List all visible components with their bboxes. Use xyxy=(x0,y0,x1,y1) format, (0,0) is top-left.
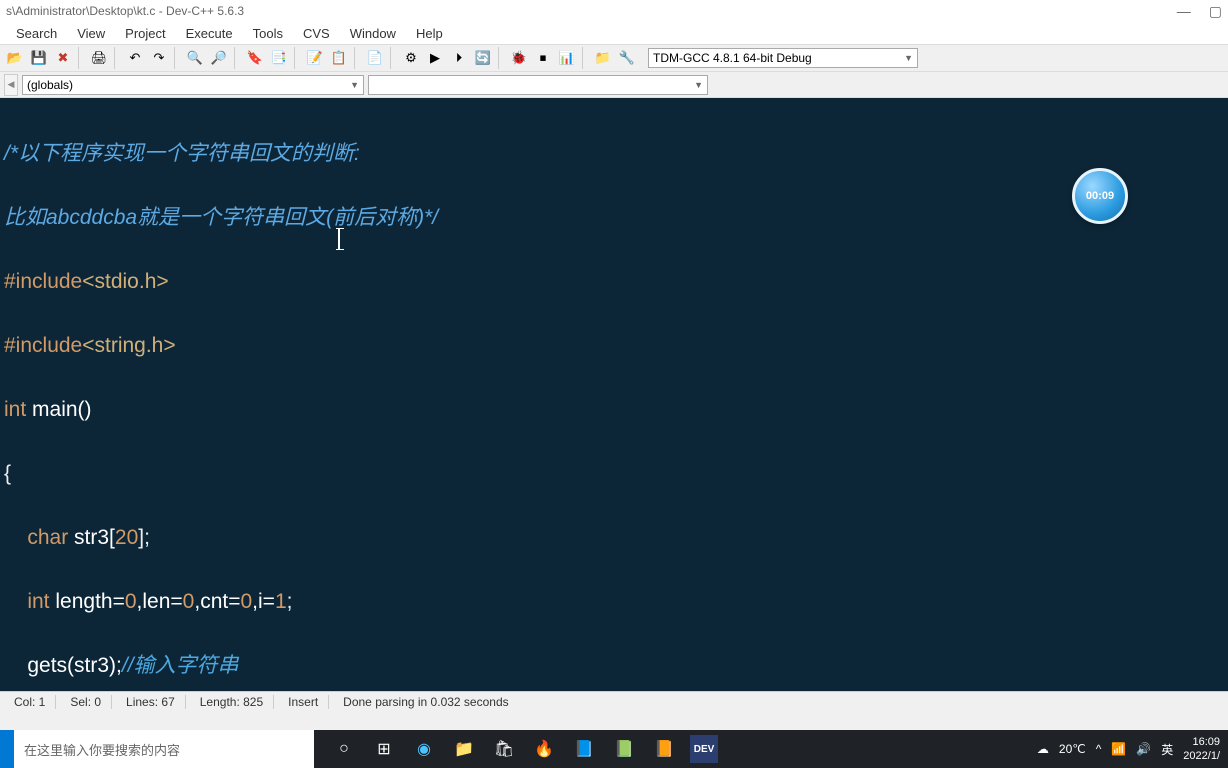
system-tray: ☁ 20℃ ^ 📶 🔊 英 16:09 2022/1/ xyxy=(1037,735,1228,763)
weather-icon[interactable]: ☁ xyxy=(1037,742,1049,756)
tool-button[interactable]: 📄 xyxy=(364,47,386,69)
app3-icon[interactable]: 📙 xyxy=(650,735,678,763)
menu-bar: Search View Project Execute Tools CVS Wi… xyxy=(0,22,1228,44)
devcpp-icon[interactable]: DEV xyxy=(690,735,718,763)
code-editor[interactable]: /*以下程序实现一个字符串回文的判断: 比如abcddcba就是一个字符串回文(… xyxy=(0,98,1228,691)
bookmark-button[interactable]: 🔖 xyxy=(244,47,266,69)
menu-project[interactable]: Project xyxy=(117,24,173,43)
ime-lang[interactable]: 英 xyxy=(1161,741,1173,758)
status-msg: Done parsing in 0.032 seconds xyxy=(333,695,1224,709)
insert-button[interactable]: 📝 xyxy=(304,47,326,69)
status-sel: Sel: 0 xyxy=(60,695,112,709)
status-bar: Col: 1 Sel: 0 Lines: 67 Length: 825 Inse… xyxy=(0,691,1228,711)
maximize-icon[interactable]: ▢ xyxy=(1209,3,1222,20)
cortana-icon[interactable]: ○ xyxy=(330,735,358,763)
options-button[interactable]: 🔧 xyxy=(616,47,638,69)
status-lines: Lines: 67 xyxy=(116,695,186,709)
start-button[interactable] xyxy=(0,730,14,768)
globals-label: (globals) xyxy=(27,78,73,92)
app-icon[interactable]: 🔥 xyxy=(530,735,558,763)
title-bar: s\Administrator\Desktop\kt.c - Dev-C++ 5… xyxy=(0,0,1228,22)
app2-icon[interactable]: 📗 xyxy=(610,735,638,763)
compile-run-button[interactable]: ⏵ xyxy=(448,47,470,69)
compiler-label: TDM-GCC 4.8.1 64-bit Debug xyxy=(653,51,812,65)
word-icon[interactable]: 📘 xyxy=(570,735,598,763)
recording-timer: 00:09 xyxy=(1072,168,1128,224)
goto-button[interactable]: 📑 xyxy=(268,47,290,69)
chevron-down-icon: ▼ xyxy=(350,80,359,90)
chevron-down-icon: ▼ xyxy=(904,53,913,63)
nav-dropdowns: ◀ (globals) ▼ ▼ xyxy=(0,72,1228,98)
status-length: Length: 825 xyxy=(190,695,274,709)
print-button[interactable]: 🖨 xyxy=(88,47,110,69)
tray-chevron-icon[interactable]: ^ xyxy=(1096,742,1102,756)
compile-button[interactable]: ⚙ xyxy=(400,47,422,69)
weather-text[interactable]: 20℃ xyxy=(1059,742,1086,756)
function-select[interactable]: ▼ xyxy=(368,75,708,95)
rebuild-button[interactable]: 🔄 xyxy=(472,47,494,69)
volume-icon: 🔊 xyxy=(1136,742,1151,756)
find-button[interactable]: 🔍 xyxy=(184,47,206,69)
redo-button[interactable]: ↷ xyxy=(148,47,170,69)
text-cursor-icon xyxy=(338,228,340,250)
menu-help[interactable]: Help xyxy=(408,24,451,43)
taskview-icon[interactable]: ⊞ xyxy=(370,735,398,763)
stop-button[interactable]: ⏹ xyxy=(532,47,554,69)
debug-button[interactable]: 🐞 xyxy=(508,47,530,69)
close-button[interactable]: ✖ xyxy=(52,47,74,69)
chevron-down-icon: ▼ xyxy=(694,80,703,90)
globals-select[interactable]: (globals) ▼ xyxy=(22,75,364,95)
open-button[interactable]: 📂 xyxy=(4,47,26,69)
tray-clock[interactable]: 16:09 2022/1/ xyxy=(1183,735,1220,763)
edge-icon[interactable]: ◉ xyxy=(410,735,438,763)
toolbar: 📂 💾 ✖ 🖨 ↶ ↷ 🔍 🔎 🔖 📑 📝 📋 📄 ⚙ ▶ ⏵ 🔄 🐞 ⏹ 📊 … xyxy=(0,44,1228,72)
profile-button[interactable]: 📊 xyxy=(556,47,578,69)
run-button[interactable]: ▶ xyxy=(424,47,446,69)
compiler-select[interactable]: TDM-GCC 4.8.1 64-bit Debug ▼ xyxy=(648,48,918,68)
minimize-icon[interactable]: ― xyxy=(1177,3,1191,20)
save-button[interactable]: 💾 xyxy=(28,47,50,69)
menu-tools[interactable]: Tools xyxy=(245,24,291,43)
window-title: s\Administrator\Desktop\kt.c - Dev-C++ 5… xyxy=(6,4,244,18)
menu-window[interactable]: Window xyxy=(342,24,404,43)
taskbar-search[interactable]: 在这里输入你要搜索的内容 xyxy=(14,730,314,768)
undo-button[interactable]: ↶ xyxy=(124,47,146,69)
status-col: Col: 1 xyxy=(4,695,56,709)
menu-cvs[interactable]: CVS xyxy=(295,24,338,43)
status-mode: Insert xyxy=(278,695,329,709)
project-button[interactable]: 📁 xyxy=(592,47,614,69)
menu-execute[interactable]: Execute xyxy=(178,24,241,43)
search-placeholder: 在这里输入你要搜索的内容 xyxy=(24,740,180,759)
replace-button[interactable]: 🔎 xyxy=(208,47,230,69)
windows-taskbar: 在这里输入你要搜索的内容 ○ ⊞ ◉ 📁 🛍 🔥 📘 📗 📙 DEV ☁ 20℃… xyxy=(0,730,1228,768)
comment-button[interactable]: 📋 xyxy=(328,47,350,69)
menu-search[interactable]: Search xyxy=(8,24,65,43)
store-icon[interactable]: 🛍 xyxy=(490,735,518,763)
menu-view[interactable]: View xyxy=(69,24,113,43)
wifi-icon[interactable]: 📶 xyxy=(1111,742,1126,756)
explorer-icon[interactable]: 📁 xyxy=(450,735,478,763)
nav-back[interactable]: ◀ xyxy=(4,74,18,96)
